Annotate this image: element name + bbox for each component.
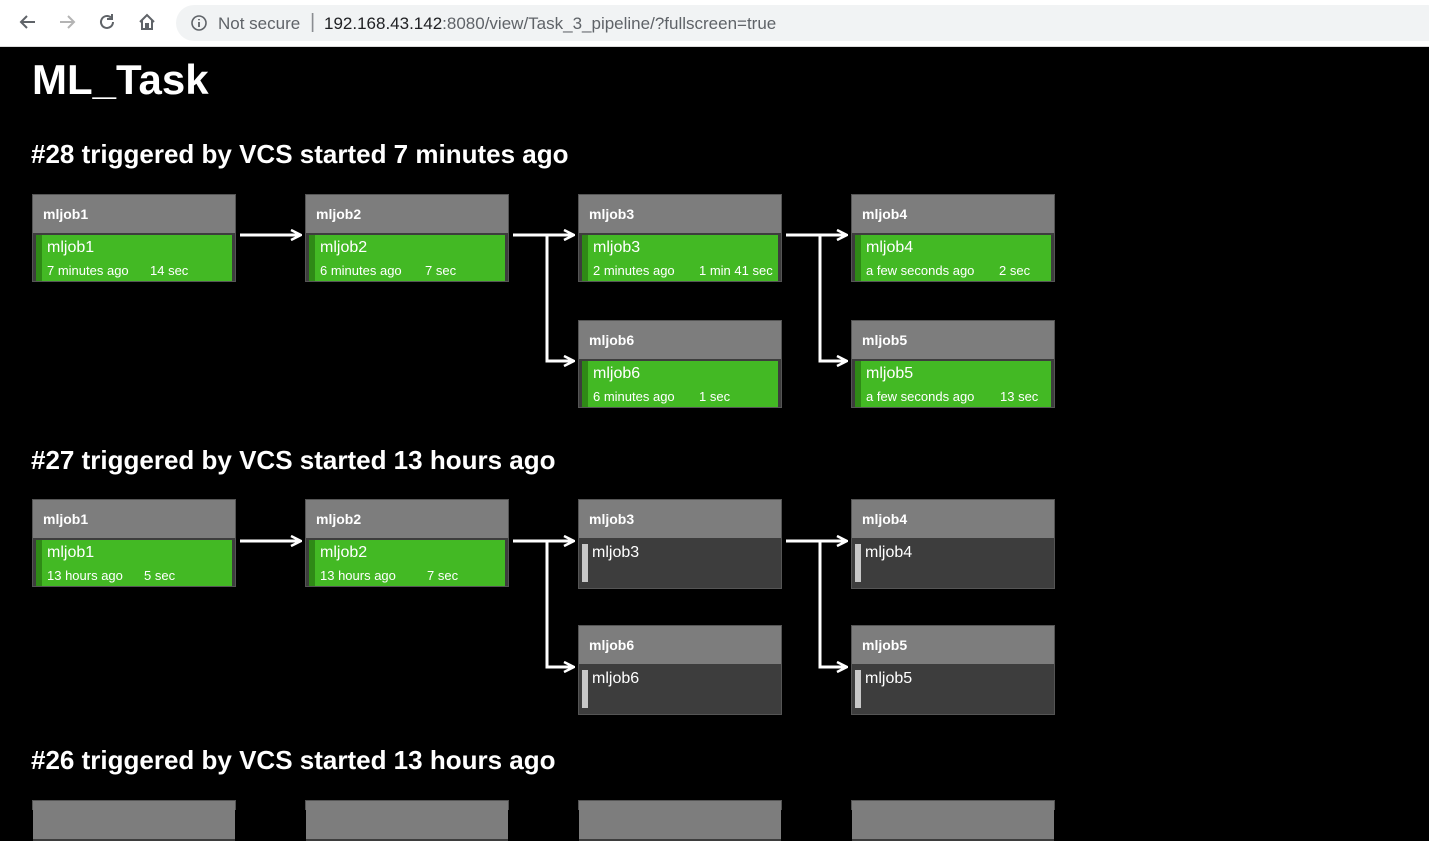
build-success[interactable]: mljob2 13 hours ago 7 sec: [309, 540, 505, 586]
stage-mljob2[interactable]: mljob2 mljob2 6 minutes ago 7 sec: [305, 194, 509, 282]
build-name: mljob2: [320, 239, 368, 256]
arrow-mljob3-to-mljob5: [818, 541, 846, 667]
run-heading[interactable]: #27 triggered by VCS started 13 hours ag…: [31, 445, 556, 476]
stage-partial[interactable]: [578, 800, 782, 841]
build-name: mljob4: [865, 544, 913, 561]
build-duration: 7 sec: [425, 263, 457, 278]
stage-mljob6[interactable]: mljob6 mljob6 6 minutes ago 1 sec: [578, 320, 782, 408]
stage-header[interactable]: mljob3: [579, 195, 781, 235]
stage-header[interactable]: mljob6: [579, 626, 781, 666]
stage-header[interactable]: [33, 801, 235, 841]
build-success[interactable]: mljob4 a few seconds ago 2 sec: [855, 235, 1051, 281]
build-name: mljob1: [47, 239, 95, 256]
build-duration: 14 sec: [150, 263, 189, 278]
build-name: mljob1: [47, 544, 95, 561]
build-start-time: a few seconds ago: [866, 389, 975, 404]
stage-mljob6[interactable]: mljob6 mljob6: [578, 625, 782, 715]
build-name: mljob2: [320, 544, 368, 561]
stage-header[interactable]: mljob2: [306, 195, 508, 235]
build-pending[interactable]: mljob3: [582, 540, 778, 588]
stage-header[interactable]: mljob6: [579, 321, 781, 361]
stage-header[interactable]: [579, 801, 781, 841]
build-name: mljob6: [592, 670, 640, 687]
build-duration: 13 sec: [1000, 389, 1039, 404]
stage-partial[interactable]: [305, 800, 509, 841]
pending-indicator: [855, 544, 861, 582]
stage-mljob1[interactable]: mljob1 mljob1 7 minutes ago 14 sec: [32, 194, 236, 282]
stage-header[interactable]: mljob1: [33, 195, 235, 235]
build-start-time: 6 minutes ago: [320, 263, 402, 278]
arrow-mljob3-to-mljob5: [818, 235, 846, 361]
build-start-time: 13 hours ago: [320, 568, 396, 583]
build-success[interactable]: mljob1 7 minutes ago 14 sec: [36, 235, 232, 281]
build-name: mljob6: [593, 365, 641, 382]
pending-indicator: [855, 670, 861, 708]
build-success[interactable]: mljob6 6 minutes ago 1 sec: [582, 361, 778, 407]
build-duration: 5 sec: [144, 568, 176, 583]
build-success[interactable]: mljob5 a few seconds ago 13 sec: [855, 361, 1051, 407]
pending-indicator: [582, 670, 588, 708]
build-pending[interactable]: mljob5: [855, 666, 1051, 714]
arrow-mljob2-to-mljob6: [545, 541, 573, 667]
build-name: mljob5: [865, 670, 913, 687]
build-pending[interactable]: mljob6: [582, 666, 778, 714]
stage-mljob3[interactable]: mljob3 mljob3 2 minutes ago 1 min 41 sec: [578, 194, 782, 282]
stage-mljob2[interactable]: mljob2 mljob2 13 hours ago 7 sec: [305, 499, 509, 587]
build-success[interactable]: mljob2 6 minutes ago 7 sec: [309, 235, 505, 281]
build-name: mljob3: [592, 544, 640, 561]
stage-partial[interactable]: [851, 800, 1055, 841]
build-success[interactable]: mljob1 13 hours ago 5 sec: [36, 540, 232, 586]
build-name: mljob4: [866, 239, 914, 256]
stage-partial[interactable]: [32, 800, 236, 841]
build-duration: 1 min 41 sec: [699, 263, 773, 278]
stage-header[interactable]: mljob4: [852, 195, 1054, 235]
build-pending[interactable]: mljob4: [855, 540, 1051, 588]
stage-header[interactable]: mljob3: [579, 500, 781, 540]
stage-mljob4[interactable]: mljob4 mljob4 a few seconds ago 2 sec: [851, 194, 1055, 282]
build-name: mljob5: [866, 365, 914, 382]
run-heading[interactable]: #26 triggered by VCS started 13 hours ag…: [31, 745, 556, 776]
build-success[interactable]: mljob3 2 minutes ago 1 min 41 sec: [582, 235, 778, 281]
stage-mljob5[interactable]: mljob5 mljob5: [851, 625, 1055, 715]
build-duration: 7 sec: [427, 568, 459, 583]
stage-header[interactable]: mljob1: [33, 500, 235, 540]
build-start-time: a few seconds ago: [866, 263, 975, 278]
build-start-time: 13 hours ago: [47, 568, 123, 583]
build-start-time: 6 minutes ago: [593, 389, 675, 404]
build-start-time: 7 minutes ago: [47, 263, 129, 278]
run-heading[interactable]: #28 triggered by VCS started 7 minutes a…: [31, 139, 569, 170]
pending-indicator: [582, 544, 588, 582]
stage-mljob3[interactable]: mljob3 mljob3: [578, 499, 782, 589]
stage-header[interactable]: mljob4: [852, 500, 1054, 540]
stage-mljob1[interactable]: mljob1 mljob1 13 hours ago 5 sec: [32, 499, 236, 587]
build-start-time: 2 minutes ago: [593, 263, 675, 278]
stage-header[interactable]: mljob2: [306, 500, 508, 540]
stage-header[interactable]: mljob5: [852, 626, 1054, 666]
stage-header[interactable]: [306, 801, 508, 841]
build-name: mljob3: [593, 239, 641, 256]
stage-header[interactable]: [852, 801, 1054, 841]
arrow-mljob2-to-mljob6: [545, 235, 573, 361]
build-duration: 2 sec: [999, 263, 1031, 278]
stage-header[interactable]: mljob5: [852, 321, 1054, 361]
stage-mljob5[interactable]: mljob5 mljob5 a few seconds ago 13 sec: [851, 320, 1055, 408]
build-duration: 1 sec: [699, 389, 731, 404]
stage-mljob4[interactable]: mljob4 mljob4: [851, 499, 1055, 589]
